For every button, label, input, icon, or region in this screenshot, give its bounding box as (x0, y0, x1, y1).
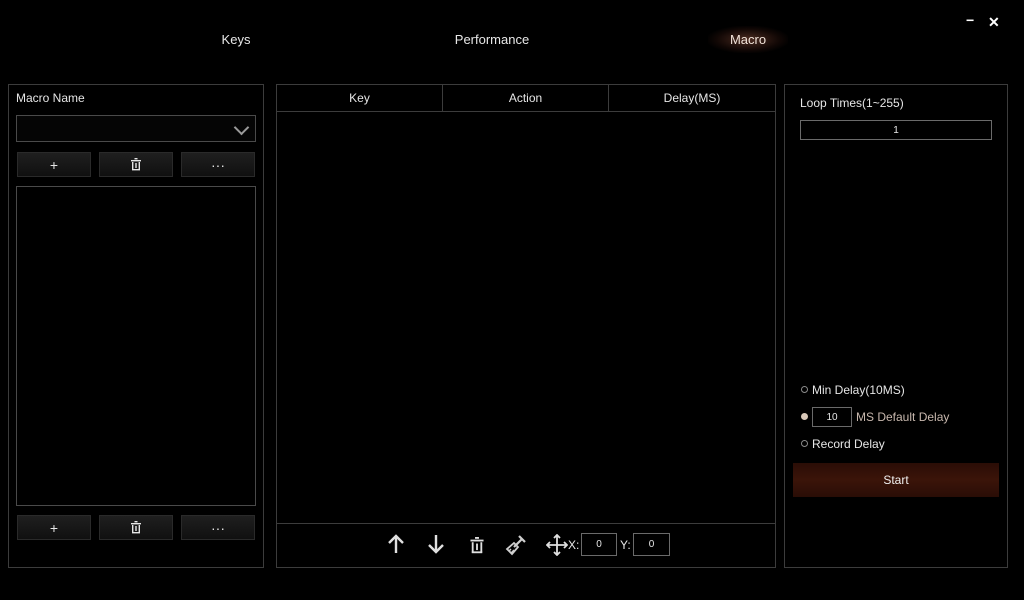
x-coordinate-input[interactable] (581, 533, 617, 556)
move-up-button[interactable] (385, 533, 407, 555)
more-icon: ··· (211, 519, 225, 536)
arrow-down-icon (428, 535, 444, 554)
trash-icon (131, 158, 141, 171)
add-item-button[interactable]: + (17, 515, 91, 540)
chevron-down-icon (233, 119, 250, 136)
minimize-button[interactable]: − (966, 13, 974, 27)
default-delay-input[interactable] (812, 407, 852, 427)
tab-macro[interactable]: Macro (708, 26, 788, 53)
events-table-body[interactable] (277, 112, 775, 523)
column-header-action: Action (443, 85, 609, 112)
y-coordinate-label: Y: (620, 538, 631, 552)
default-delay-radio[interactable] (801, 413, 808, 420)
add-macro-button[interactable]: + (17, 152, 91, 177)
close-button[interactable]: ✕ (988, 15, 1000, 29)
more-macro-button[interactable]: ··· (181, 152, 255, 177)
arrow-up-icon (388, 534, 404, 553)
column-header-delay: Delay(MS) (609, 85, 775, 112)
y-coordinate-input[interactable] (633, 533, 670, 556)
clear-events-button[interactable] (504, 533, 528, 557)
loop-times-label: Loop Times(1~255) (800, 96, 904, 110)
delete-event-button[interactable] (466, 534, 488, 556)
min-delay-radio[interactable] (801, 386, 808, 393)
min-delay-label: Min Delay(10MS) (812, 383, 905, 397)
column-delay-label: Delay(MS) (663, 91, 721, 105)
macro-list-panel: Macro Name + ··· + ··· (8, 84, 264, 568)
macro-name-label: Macro Name (16, 91, 85, 105)
tab-performance-label: Performance (454, 32, 530, 47)
trash-icon (131, 521, 141, 534)
start-record-button[interactable]: Start (793, 463, 999, 497)
trash-icon (470, 536, 484, 553)
move-down-button[interactable] (425, 533, 447, 555)
toolbar-divider (277, 523, 775, 524)
macro-events-panel: Key Action Delay(MS) X: 0 Y: 0 (276, 84, 776, 568)
macro-name-select[interactable] (16, 115, 256, 142)
plus-icon: + (49, 156, 59, 173)
more-icon: ··· (211, 156, 225, 173)
default-delay-label: MS Default Delay (856, 410, 950, 424)
macro-settings-panel: Loop Times(1~255) Min Delay(10MS) MS Def… (784, 84, 1008, 568)
more-item-button[interactable]: ··· (181, 515, 255, 540)
start-label: Start (883, 473, 909, 487)
delete-macro-button[interactable] (99, 152, 173, 177)
delete-item-button[interactable] (99, 515, 173, 540)
mouse-position-button[interactable] (545, 533, 569, 557)
macro-list[interactable] (16, 186, 256, 506)
tab-keys[interactable]: Keys (205, 32, 267, 47)
tab-macro-label: Macro (729, 32, 767, 47)
broom-icon (505, 535, 526, 556)
tab-performance[interactable]: Performance (442, 32, 542, 47)
column-key-label: Key (349, 91, 370, 105)
column-header-key: Key (277, 85, 443, 112)
loop-times-input[interactable] (800, 120, 992, 140)
plus-icon: + (49, 519, 59, 536)
move-arrows-icon (546, 534, 568, 556)
column-action-label: Action (508, 91, 543, 105)
tab-keys-label: Keys (221, 32, 251, 47)
record-delay-label: Record Delay (812, 437, 885, 451)
x-coordinate-label: X: (568, 538, 580, 552)
record-delay-radio[interactable] (801, 440, 808, 447)
